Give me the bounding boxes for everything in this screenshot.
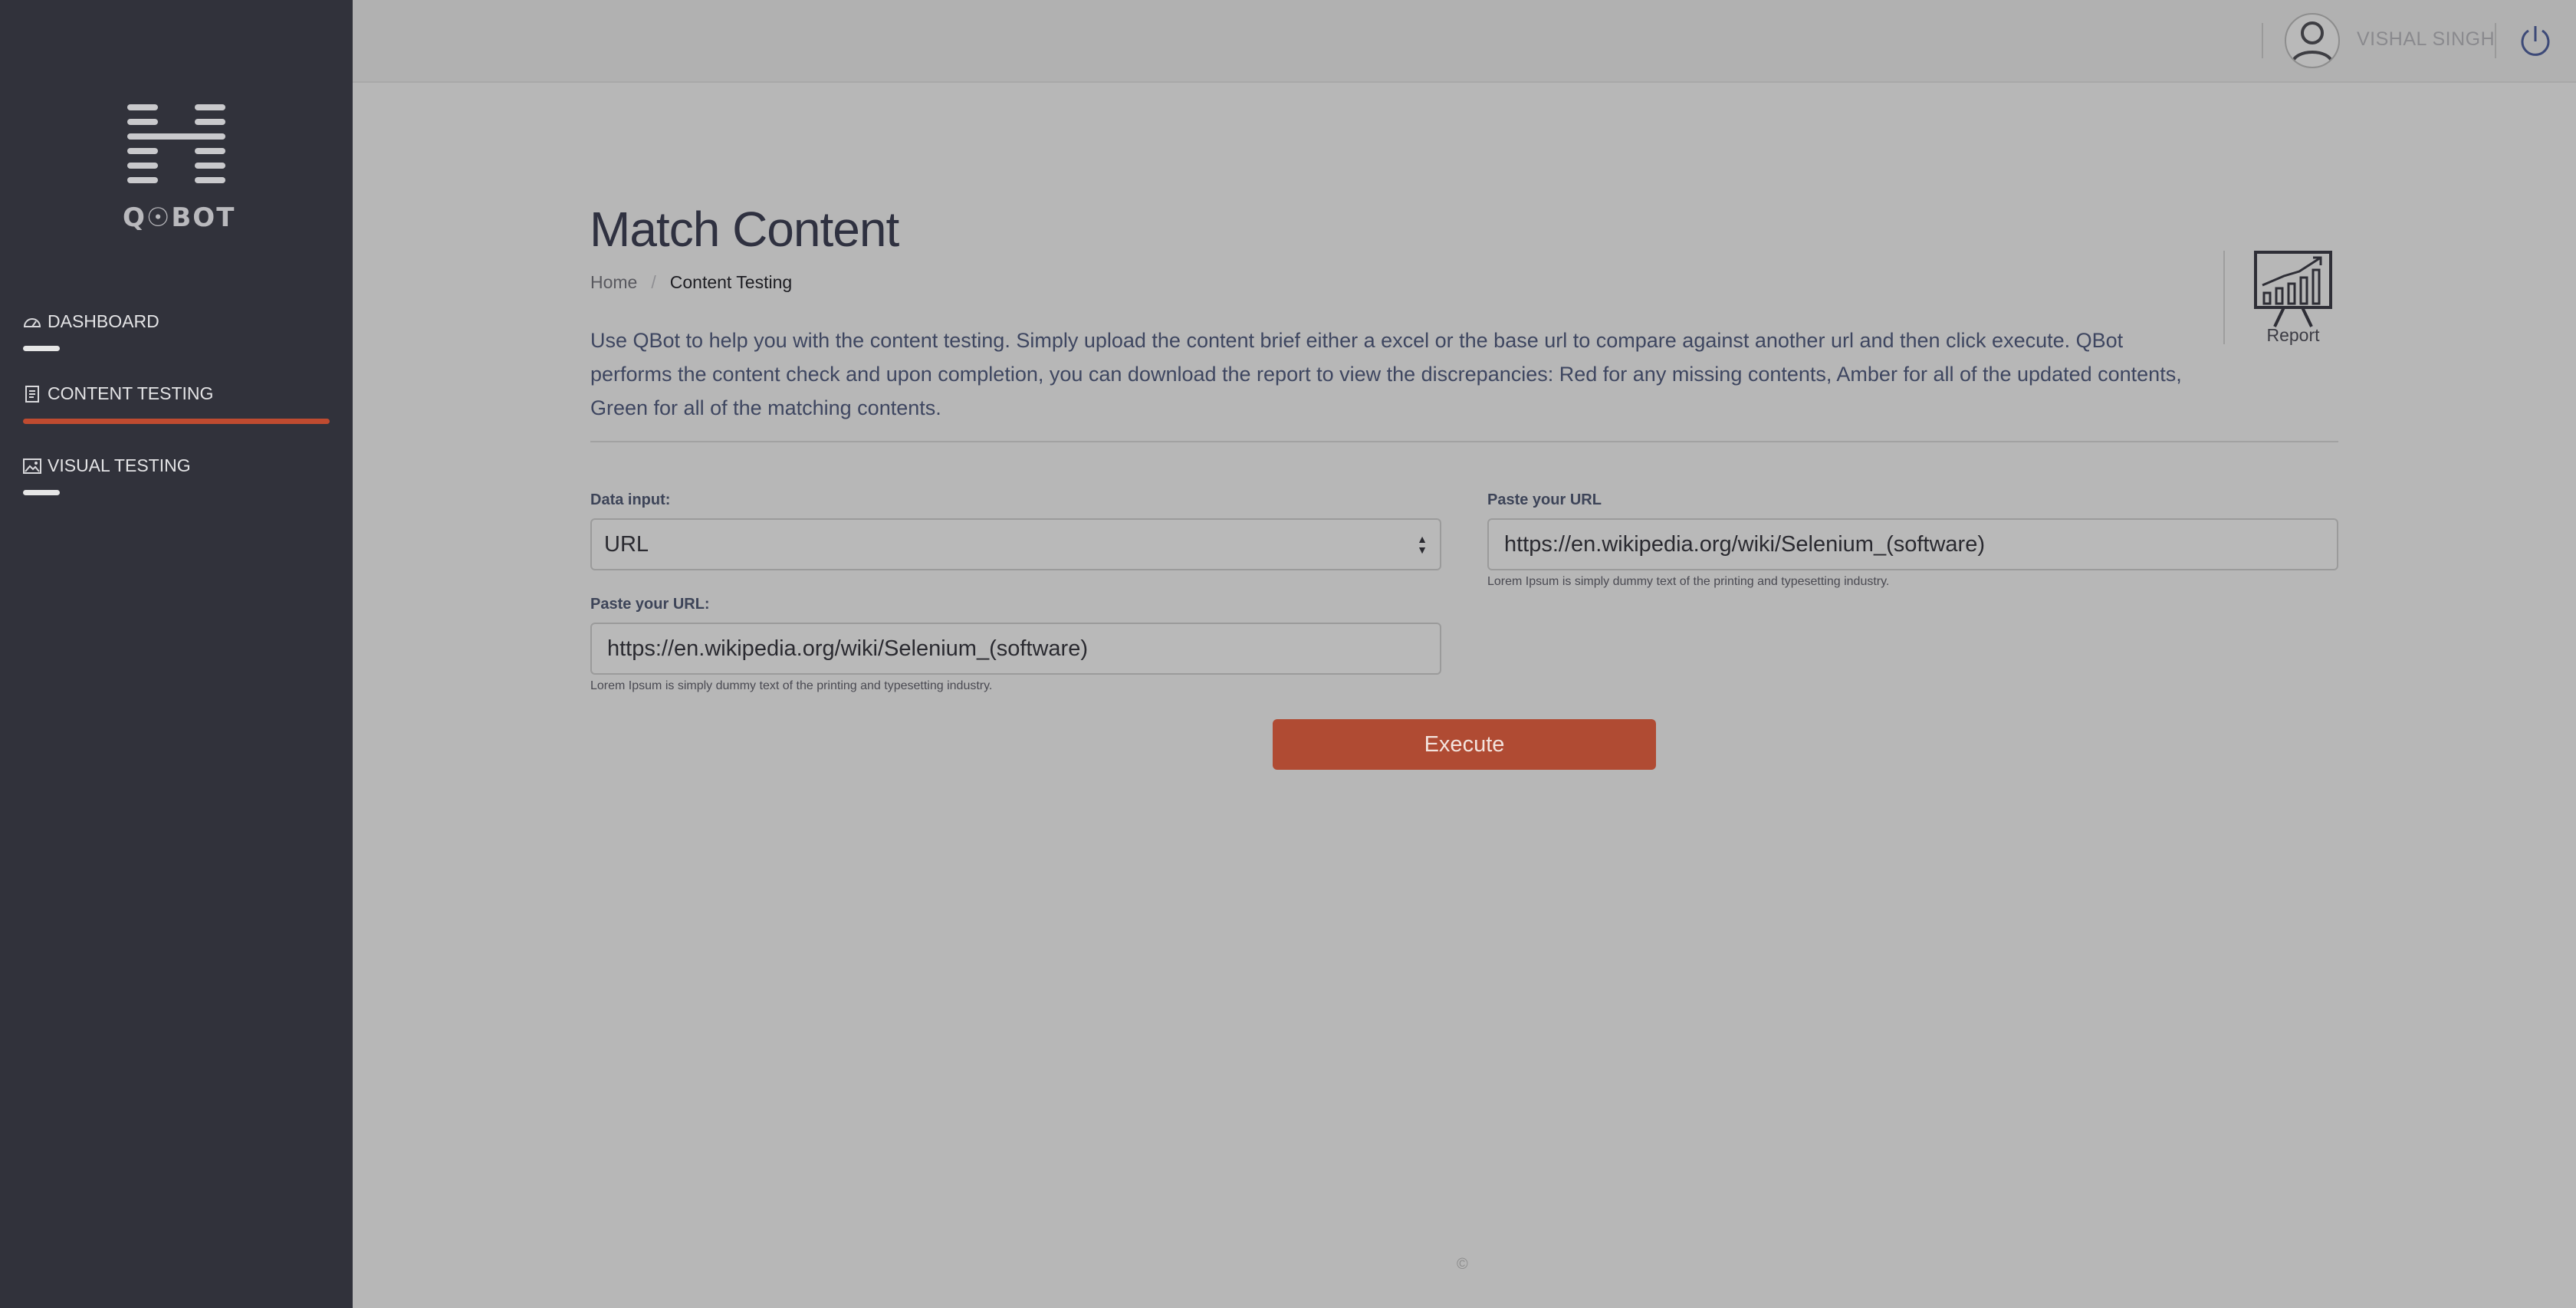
breadcrumb: Home / Content Testing	[590, 272, 792, 293]
execute-button[interactable]: Execute	[1273, 719, 1656, 770]
data-input-select[interactable]: URL ▲ ▼	[590, 518, 1441, 570]
sidebar-item-dashboard[interactable]: DASHBOARD	[23, 311, 159, 332]
report-label: Report	[2266, 325, 2320, 345]
logo-text: Q☉BOT	[123, 202, 236, 233]
qbot-logo-icon	[127, 104, 225, 183]
page-title: Match Content	[590, 202, 899, 257]
top-bar	[353, 0, 2576, 83]
document-icon	[25, 385, 39, 403]
sidebar: Q☉BOT DASHBOARD CONTENT TESTING VISUAL T…	[0, 0, 353, 1308]
gauge-icon	[23, 317, 41, 327]
data-input-label: Data input:	[590, 491, 671, 508]
image-icon	[23, 458, 41, 474]
section-divider	[590, 441, 2338, 442]
report-button[interactable]: Report	[2251, 250, 2335, 346]
nav-indicator	[23, 346, 60, 351]
header-divider	[2495, 23, 2496, 58]
user-icon	[2291, 21, 2334, 64]
page-description: Use QBot to help you with the content te…	[590, 329, 2182, 419]
breadcrumb-home-link[interactable]: Home	[590, 272, 637, 293]
url-left-input[interactable]	[590, 623, 1441, 675]
report-divider	[2223, 251, 2225, 344]
sidebar-item-visual-testing[interactable]: VISUAL TESTING	[23, 455, 191, 476]
breadcrumb-separator: /	[651, 272, 656, 292]
sidebar-item-label: CONTENT TESTING	[48, 383, 214, 403]
power-icon[interactable]	[2518, 23, 2553, 58]
sidebar-item-content-testing[interactable]: CONTENT TESTING	[23, 383, 213, 404]
nav-indicator	[23, 490, 60, 495]
copyright: ©	[1457, 1256, 1468, 1273]
logo[interactable]: Q☉BOT	[123, 101, 236, 233]
url-right-input[interactable]	[1487, 518, 2338, 570]
avatar[interactable]	[2285, 13, 2340, 68]
breadcrumb-current: Content Testing	[669, 272, 793, 292]
url-left-label: Paste your URL:	[590, 596, 710, 613]
header-divider	[2262, 23, 2263, 58]
nav-indicator-active	[23, 419, 330, 424]
url-right-help: Lorem Ipsum is simply dummy text of the …	[1487, 575, 1890, 588]
username[interactable]: VISHAL SINGH	[2357, 28, 2495, 51]
url-right-label: Paste your URL	[1487, 491, 1602, 508]
data-input-value: URL	[604, 531, 649, 557]
url-left-help: Lorem Ipsum is simply dummy text of the …	[590, 679, 993, 692]
chart-report-icon	[2254, 251, 2332, 327]
select-arrows-icon: ▲ ▼	[1417, 533, 1428, 556]
sidebar-item-label: DASHBOARD	[48, 311, 159, 331]
sidebar-item-label: VISUAL TESTING	[48, 455, 191, 475]
